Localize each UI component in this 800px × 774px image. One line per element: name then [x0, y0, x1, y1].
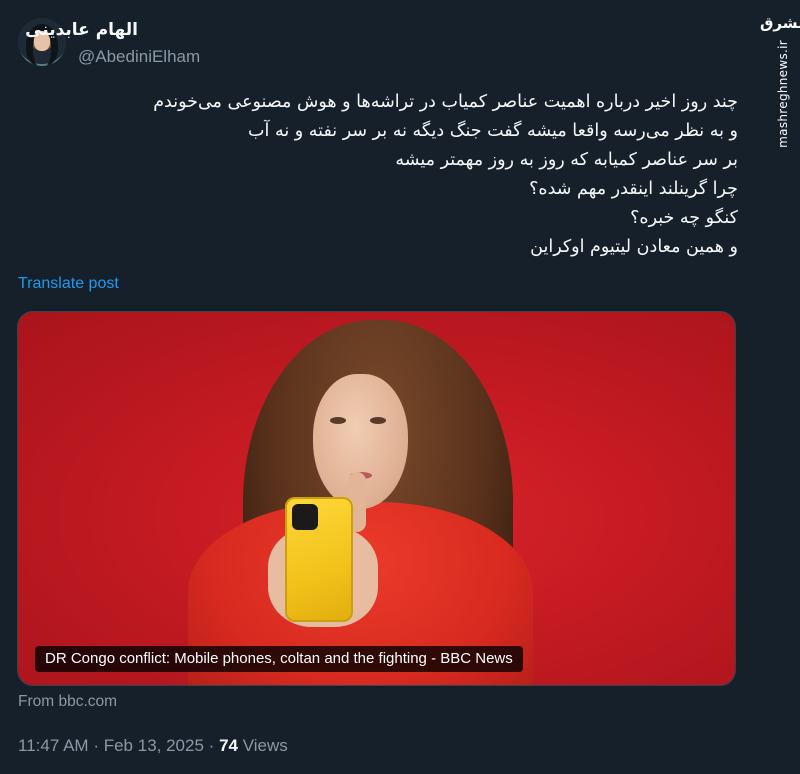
card-image-phone-camera	[292, 504, 318, 530]
author-display-name[interactable]: الهام عابدینی	[25, 20, 138, 40]
tweet-line: بر سر عناصر کمیابه که روز به روز مهمتر م…	[395, 150, 738, 170]
watermark-site: mashreghnews.ir	[776, 40, 790, 148]
card-image-eye	[370, 417, 386, 424]
tweet-text: چند روز اخیر درباره اهمیت عناصر کمیاب در…	[18, 88, 738, 262]
tweet-line: و به نظر می‌رسه واقعا میشه گفت جنگ دیگه …	[248, 121, 738, 141]
link-card[interactable]: DR Congo conflict: Mobile phones, coltan…	[17, 311, 736, 686]
author-handle[interactable]: @AbediniElham	[78, 47, 200, 67]
tweet-line: چند روز اخیر درباره اهمیت عناصر کمیاب در…	[153, 92, 738, 112]
tweet-time[interactable]: 11:47 AM	[18, 736, 89, 755]
tweet-line: چرا گرینلند اینقدر مهم شده؟	[529, 179, 738, 199]
card-source[interactable]: From bbc.com	[18, 693, 117, 711]
meta-separator: ·	[208, 736, 215, 755]
tweet-meta: 11:47 AM · Feb 13, 2025 · 74 Views	[18, 736, 288, 756]
meta-separator: ·	[93, 736, 99, 755]
translate-post-link[interactable]: Translate post	[18, 275, 119, 293]
watermark: مشرق mashreghnews.ir	[760, 0, 800, 774]
views-count: 74	[219, 736, 238, 755]
views-label: Views	[242, 736, 288, 755]
card-caption[interactable]: DR Congo conflict: Mobile phones, coltan…	[35, 646, 523, 672]
tweet-date[interactable]: Feb 13, 2025	[104, 736, 204, 755]
tweet: الهام عابدینی @AbediniElham چند روز اخیر…	[0, 0, 760, 774]
tweet-line: کنگو چه خبره؟	[630, 208, 738, 228]
tweet-line: و همین معادن لیتیوم اوکراین	[530, 237, 738, 257]
watermark-logo: مشرق	[760, 14, 800, 32]
card-image-eye	[330, 417, 346, 424]
